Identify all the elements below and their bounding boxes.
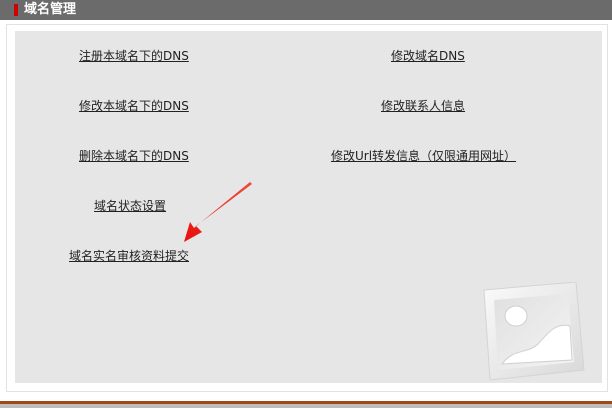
bottom-bar [0, 404, 612, 408]
image-placeholder-icon [483, 282, 585, 381]
domain-management-page: 域名管理 注册本域名下的DNS 修改域名DNS 修改本域名下的DNS 修改联系人… [0, 0, 612, 408]
